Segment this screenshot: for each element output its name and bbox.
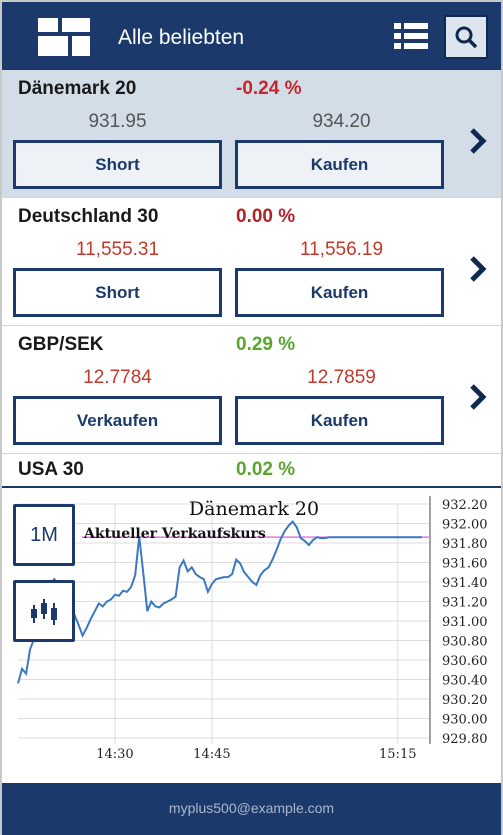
price-chart[interactable]: 932.20 932.00 931.80 931.60 931.40 931.20 931.…: [2, 488, 501, 785]
price-series-line: [17, 520, 422, 684]
y-tick-label: 931.20: [442, 596, 488, 611]
y-tick-label: 931.80: [442, 537, 488, 552]
y-tick-label: 932.00: [442, 518, 488, 533]
list-view-icon[interactable]: [394, 22, 428, 50]
change-percent: 0.02 %: [236, 459, 296, 480]
price-chart-panel: 932.20 932.00 931.80 931.60 931.40 931.20 931.…: [2, 486, 501, 783]
instrument-row-usa-30[interactable]: USA 30 0.02 %: [2, 454, 501, 486]
buy-price: 11,556.19: [299, 239, 384, 260]
current-sell-price-label: Aktueller Verkaufskurs: [83, 526, 266, 542]
chevron-right-icon[interactable]: [468, 126, 488, 156]
buy-button[interactable]: Kaufen: [235, 396, 444, 445]
y-tick-label: 930.60: [442, 654, 488, 669]
instrument-name: Dänemark 20: [18, 78, 137, 99]
y-tick-label: 930.20: [442, 693, 488, 708]
y-tick-label: 930.40: [442, 674, 488, 689]
sell-price: 931.95: [88, 111, 147, 132]
search-icon: [455, 26, 478, 49]
instrument-row-deutschland-30[interactable]: Deutschland 30 0.00 % 11,555.31 11,556.1…: [2, 198, 501, 326]
change-percent: 0.29 %: [236, 334, 296, 355]
chevron-right-icon[interactable]: [468, 254, 488, 284]
period-1m-button[interactable]: 1M: [13, 504, 75, 566]
instrument-name: Deutschland 30: [18, 206, 159, 227]
chart-title: Dänemark 20: [189, 498, 319, 520]
buy-button[interactable]: Kaufen: [235, 268, 444, 317]
search-button[interactable]: [444, 15, 488, 59]
y-tick-label: 931.40: [442, 576, 488, 591]
sell-price: 12.7784: [83, 367, 152, 388]
change-percent: 0.00 %: [236, 206, 296, 227]
x-tick-label: 14:30: [96, 747, 133, 762]
instrument-row-gbp-sek[interactable]: GBP/SEK 0.29 % 12.7784 12.7859 Verkaufen…: [2, 326, 501, 454]
change-percent: -0.24 %: [236, 78, 302, 99]
y-tick-label: 932.20: [442, 498, 488, 513]
buy-button[interactable]: Kaufen: [235, 140, 444, 189]
instrument-name: USA 30: [18, 459, 84, 480]
candlestick-icon: [31, 599, 57, 625]
chevron-right-icon[interactable]: [468, 382, 488, 412]
short-button[interactable]: Short: [13, 268, 222, 317]
header-bar: Alle beliebten: [2, 2, 501, 70]
x-tick-label: 15:15: [379, 747, 416, 762]
sell-price: 11,555.31: [75, 239, 160, 260]
x-tick-label: 14:45: [193, 747, 230, 762]
buy-price: 934.20: [312, 111, 371, 132]
app-window: Alle beliebten Dänemark 20 -0.24 % 931.9…: [0, 0, 503, 835]
buy-price: 12.7859: [307, 367, 376, 388]
instrument-name: GBP/SEK: [18, 334, 104, 355]
footer-bar: myplus500@example.com: [2, 783, 501, 835]
short-button[interactable]: Short: [13, 140, 222, 189]
y-tick-label: 929.80: [442, 732, 488, 747]
instrument-row-daenemark-20[interactable]: Dänemark 20 -0.24 % 931.95 934.20 Short …: [2, 70, 501, 198]
grid-logo-icon[interactable]: [38, 18, 90, 56]
y-tick-label: 931.60: [442, 557, 488, 572]
chart-type-button[interactable]: [13, 580, 75, 642]
account-email: myplus500@example.com: [168, 800, 335, 816]
y-tick-label: 931.00: [442, 615, 488, 630]
page-title: Alle beliebten: [118, 26, 245, 49]
sell-button[interactable]: Verkaufen: [13, 396, 222, 445]
y-tick-label: 930.00: [442, 713, 488, 728]
y-tick-label: 930.80: [442, 635, 488, 650]
